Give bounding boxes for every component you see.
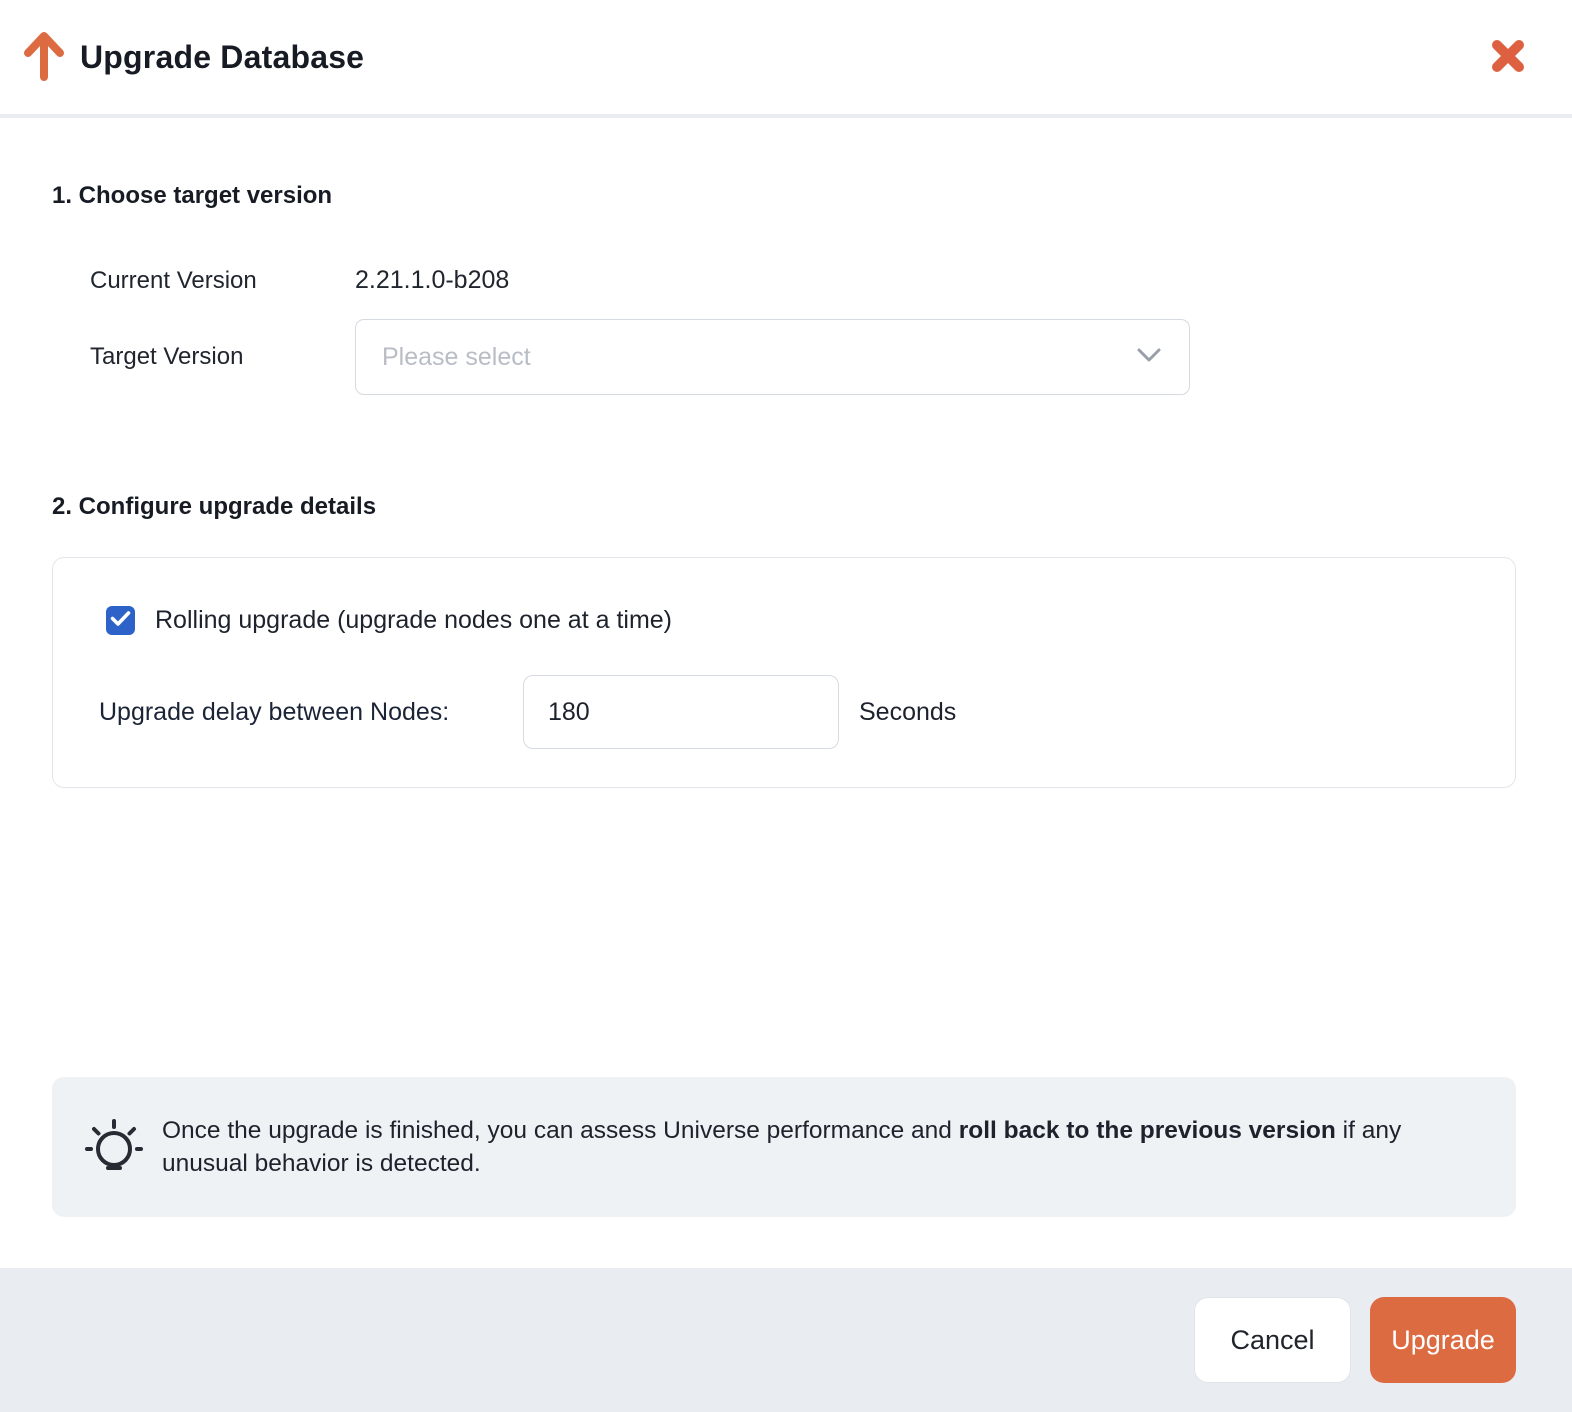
current-version-label: Current Version <box>90 267 355 295</box>
upgrade-database-dialog: Upgrade Database 1. Choose target versio… <box>0 0 1572 1412</box>
dialog-title: Upgrade Database <box>80 39 364 76</box>
target-version-select[interactable]: Please select <box>355 319 1190 395</box>
rollback-note-text: Once the upgrade is finished, you can as… <box>162 1114 1486 1180</box>
upgrade-delay-input[interactable] <box>523 675 839 749</box>
current-version-value: 2.21.1.0-b208 <box>355 266 509 295</box>
cancel-button[interactable]: Cancel <box>1194 1297 1351 1383</box>
upgrade-button[interactable]: Upgrade <box>1370 1297 1516 1383</box>
rollback-info-note: Once the upgrade is finished, you can as… <box>52 1077 1516 1217</box>
chevron-down-icon <box>1135 346 1163 369</box>
rolling-upgrade-row: Rolling upgrade (upgrade nodes one at a … <box>53 606 1515 635</box>
rolling-upgrade-label[interactable]: Rolling upgrade (upgrade nodes one at a … <box>155 606 672 635</box>
target-version-label: Target Version <box>90 343 355 371</box>
upgrade-delay-label: Upgrade delay between Nodes: <box>99 698 523 727</box>
current-version-row: Current Version 2.21.1.0-b208 <box>52 266 1516 295</box>
target-version-placeholder: Please select <box>382 343 1135 372</box>
target-version-row: Target Version Please select <box>52 319 1516 395</box>
section-heading-configure: 2. Configure upgrade details <box>52 493 1516 521</box>
close-icon <box>1488 36 1528 79</box>
note-text-before: Once the upgrade is finished, you can as… <box>162 1117 959 1144</box>
checkmark-icon <box>110 610 131 632</box>
dialog-footer: Cancel Upgrade <box>0 1268 1572 1412</box>
dialog-body: 1. Choose target version Current Version… <box>0 182 1572 1217</box>
section-heading-choose-version: 1. Choose target version <box>52 182 1516 210</box>
upgrade-config-card: Rolling upgrade (upgrade nodes one at a … <box>52 557 1516 788</box>
upgrade-delay-unit: Seconds <box>859 698 956 727</box>
note-text-bold: roll back to the previous version <box>959 1117 1336 1144</box>
rolling-upgrade-checkbox[interactable] <box>106 606 135 635</box>
close-button[interactable] <box>1486 35 1530 79</box>
lightbulb-icon <box>76 1109 152 1185</box>
dialog-header: Upgrade Database <box>0 0 1572 118</box>
upgrade-delay-row: Upgrade delay between Nodes: Seconds <box>53 675 1515 749</box>
upgrade-arrow-icon <box>22 29 66 86</box>
